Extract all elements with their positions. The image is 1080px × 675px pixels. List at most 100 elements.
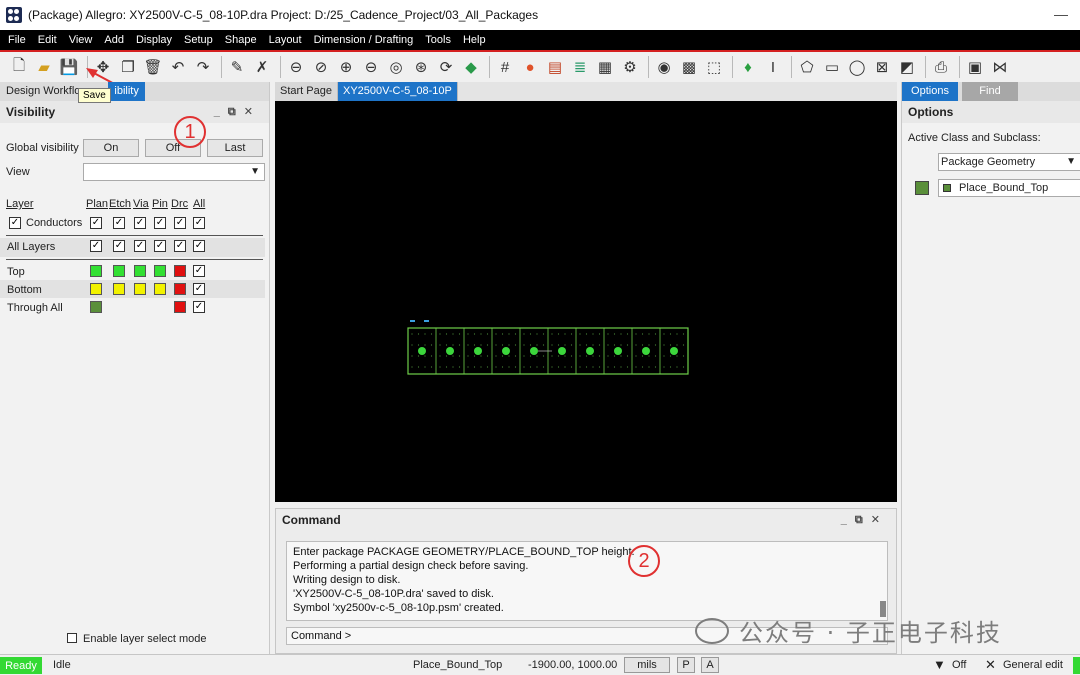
zoom-out-icon[interactable]: ⊖ <box>360 56 382 78</box>
grid-icon[interactable]: # <box>494 56 516 78</box>
menu-shape[interactable]: Shape <box>219 34 263 46</box>
layer-top-via-swatch[interactable] <box>134 265 146 277</box>
layer-top-drc-swatch[interactable] <box>174 265 186 277</box>
shape-rect-icon[interactable]: ▭ <box>821 56 843 78</box>
tab-find[interactable]: Find <box>962 82 1018 101</box>
save-icon[interactable]: 💾 <box>58 56 80 78</box>
layer-bottom-all-checkbox[interactable]: ✓ <box>193 283 205 295</box>
new-file-icon[interactable]: 🗋 <box>8 56 30 78</box>
zoom-window-icon[interactable]: ⊘ <box>310 56 332 78</box>
open-folder-icon[interactable]: ▰ <box>33 56 55 78</box>
zoom-center-icon[interactable]: ⊛ <box>410 56 432 78</box>
enable-select-checkbox[interactable] <box>67 633 77 643</box>
shape-polygon-icon[interactable]: ⬠ <box>796 56 818 78</box>
all-layers-via-checkbox[interactable]: ✓ <box>134 240 146 252</box>
layer-top-all-checkbox[interactable]: ✓ <box>193 265 205 277</box>
color-icon[interactable]: ● <box>519 56 541 78</box>
pin-icon[interactable]: ✎ <box>226 56 248 78</box>
layer-top-etch-swatch[interactable] <box>113 265 125 277</box>
unpin-icon[interactable]: ✗ <box>251 56 273 78</box>
tab-design-file[interactable]: XY2500V-C-5_08-10P <box>337 82 458 101</box>
bowtie-icon[interactable]: ⋈ <box>989 56 1011 78</box>
redo-icon[interactable]: ↷ <box>192 56 214 78</box>
visibility-last-button[interactable]: Last <box>207 139 263 157</box>
all-layers-drc-checkbox[interactable]: ✓ <box>174 240 186 252</box>
grid-dot <box>579 333 581 335</box>
menu-add[interactable]: Add <box>98 34 130 46</box>
zoom-previous-icon[interactable]: ◎ <box>385 56 407 78</box>
tab-design-workflow[interactable]: Design Workflo <box>0 82 86 101</box>
conductors-all-checkbox[interactable]: ✓ <box>193 217 205 229</box>
menu-display[interactable]: Display <box>130 34 178 46</box>
report-icon[interactable]: ▦ <box>594 56 616 78</box>
stack-icon[interactable]: ≣ <box>569 56 591 78</box>
conductors-checkbox[interactable]: ✓ <box>9 217 21 229</box>
layers-icon[interactable]: ▤ <box>544 56 566 78</box>
layer-bottom-pin-swatch[interactable] <box>154 283 166 295</box>
visibility-eye-icon[interactable]: ◉ <box>653 56 675 78</box>
camera-icon[interactable]: ⎙ <box>930 56 952 78</box>
command-log[interactable]: Enter package PACKAGE GEOMETRY/PLACE_BOU… <box>286 541 888 621</box>
shape-circle-icon[interactable]: ◯ <box>846 56 868 78</box>
device-icon[interactable]: ▣ <box>964 56 986 78</box>
layer-bottom-drc-swatch[interactable] <box>174 283 186 295</box>
menu-view[interactable]: View <box>63 34 99 46</box>
menu-tools[interactable]: Tools <box>419 34 457 46</box>
shape-edit-icon[interactable]: ◩ <box>896 56 918 78</box>
refresh-icon[interactable]: ⟳ <box>435 56 457 78</box>
add-pin-icon[interactable]: ♦ <box>737 56 759 78</box>
subclass-select[interactable]: Place_Bound_Top <box>938 179 1080 197</box>
shape-select-icon[interactable]: ⊠ <box>871 56 893 78</box>
layer-through-all-drc-swatch[interactable] <box>174 301 186 313</box>
design-canvas[interactable] <box>275 101 897 502</box>
tab-options[interactable]: Options <box>902 82 958 101</box>
all-layers-pin-checkbox[interactable]: ✓ <box>154 240 166 252</box>
p-button[interactable]: P <box>677 657 695 673</box>
conductors-plan-checkbox[interactable]: ✓ <box>90 217 102 229</box>
layer-through-all-plan-swatch[interactable] <box>90 301 102 313</box>
all-layers-plan-checkbox[interactable]: ✓ <box>90 240 102 252</box>
tab-visibility[interactable]: ibility <box>108 82 145 101</box>
visibility-on-button[interactable]: On <box>83 139 139 157</box>
all-layers-all-checkbox[interactable]: ✓ <box>193 240 205 252</box>
layer-bottom-via-swatch[interactable] <box>134 283 146 295</box>
zoom-in-icon[interactable]: ⊕ <box>335 56 357 78</box>
conductors-etch-checkbox[interactable]: ✓ <box>113 217 125 229</box>
all-layers-etch-checkbox[interactable]: ✓ <box>113 240 125 252</box>
subclass-color-swatch[interactable] <box>915 181 929 195</box>
undo-icon[interactable]: ↶ <box>167 56 189 78</box>
layer-through-all-all-checkbox[interactable]: ✓ <box>193 301 205 313</box>
menu-help[interactable]: Help <box>457 34 492 46</box>
zoom-fit-icon[interactable]: ⊖ <box>285 56 307 78</box>
3d-view-icon[interactable]: ◆ <box>460 56 482 78</box>
conductors-via-checkbox[interactable]: ✓ <box>134 217 146 229</box>
menu-edit[interactable]: Edit <box>32 34 63 46</box>
a-button[interactable]: A <box>701 657 719 673</box>
minimize-button[interactable]: — <box>1054 6 1068 22</box>
layer-bottom-plan-swatch[interactable] <box>90 283 102 295</box>
units-button[interactable]: mils <box>624 657 670 673</box>
setup-icon[interactable]: ⚙ <box>619 56 641 78</box>
layer-top-pin-swatch[interactable] <box>154 265 166 277</box>
class-select[interactable]: Package Geometry ▼ <box>938 153 1080 171</box>
panel-controls[interactable]: _⧉✕ <box>841 513 888 527</box>
delete-icon[interactable]: 🗑 <box>142 56 164 78</box>
text-cursor-icon[interactable]: I <box>762 56 784 78</box>
conductors-drc-checkbox[interactable]: ✓ <box>174 217 186 229</box>
menu-file[interactable]: File <box>2 34 32 46</box>
conductors-pin-checkbox[interactable]: ✓ <box>154 217 166 229</box>
grid-dot <box>641 355 644 357</box>
menu-layout[interactable]: Layout <box>263 34 308 46</box>
filter-icon[interactable]: ▼ <box>933 657 946 672</box>
menu-setup[interactable]: Setup <box>178 34 219 46</box>
copy-icon[interactable]: ❐ <box>117 56 139 78</box>
tab-start-page[interactable]: Start Page <box>275 82 338 101</box>
layer-top-plan-swatch[interactable] <box>90 265 102 277</box>
package-icon[interactable]: ▩ <box>678 56 700 78</box>
view-select[interactable]: ▼ <box>83 163 265 181</box>
move-icon[interactable]: ✥ <box>92 56 114 78</box>
component-icon[interactable]: ⬚ <box>703 56 725 78</box>
layer-bottom-etch-swatch[interactable] <box>113 283 125 295</box>
panel-controls[interactable]: _⧉✕ <box>214 105 261 119</box>
menu-dimension-drafting[interactable]: Dimension / Drafting <box>308 34 420 46</box>
